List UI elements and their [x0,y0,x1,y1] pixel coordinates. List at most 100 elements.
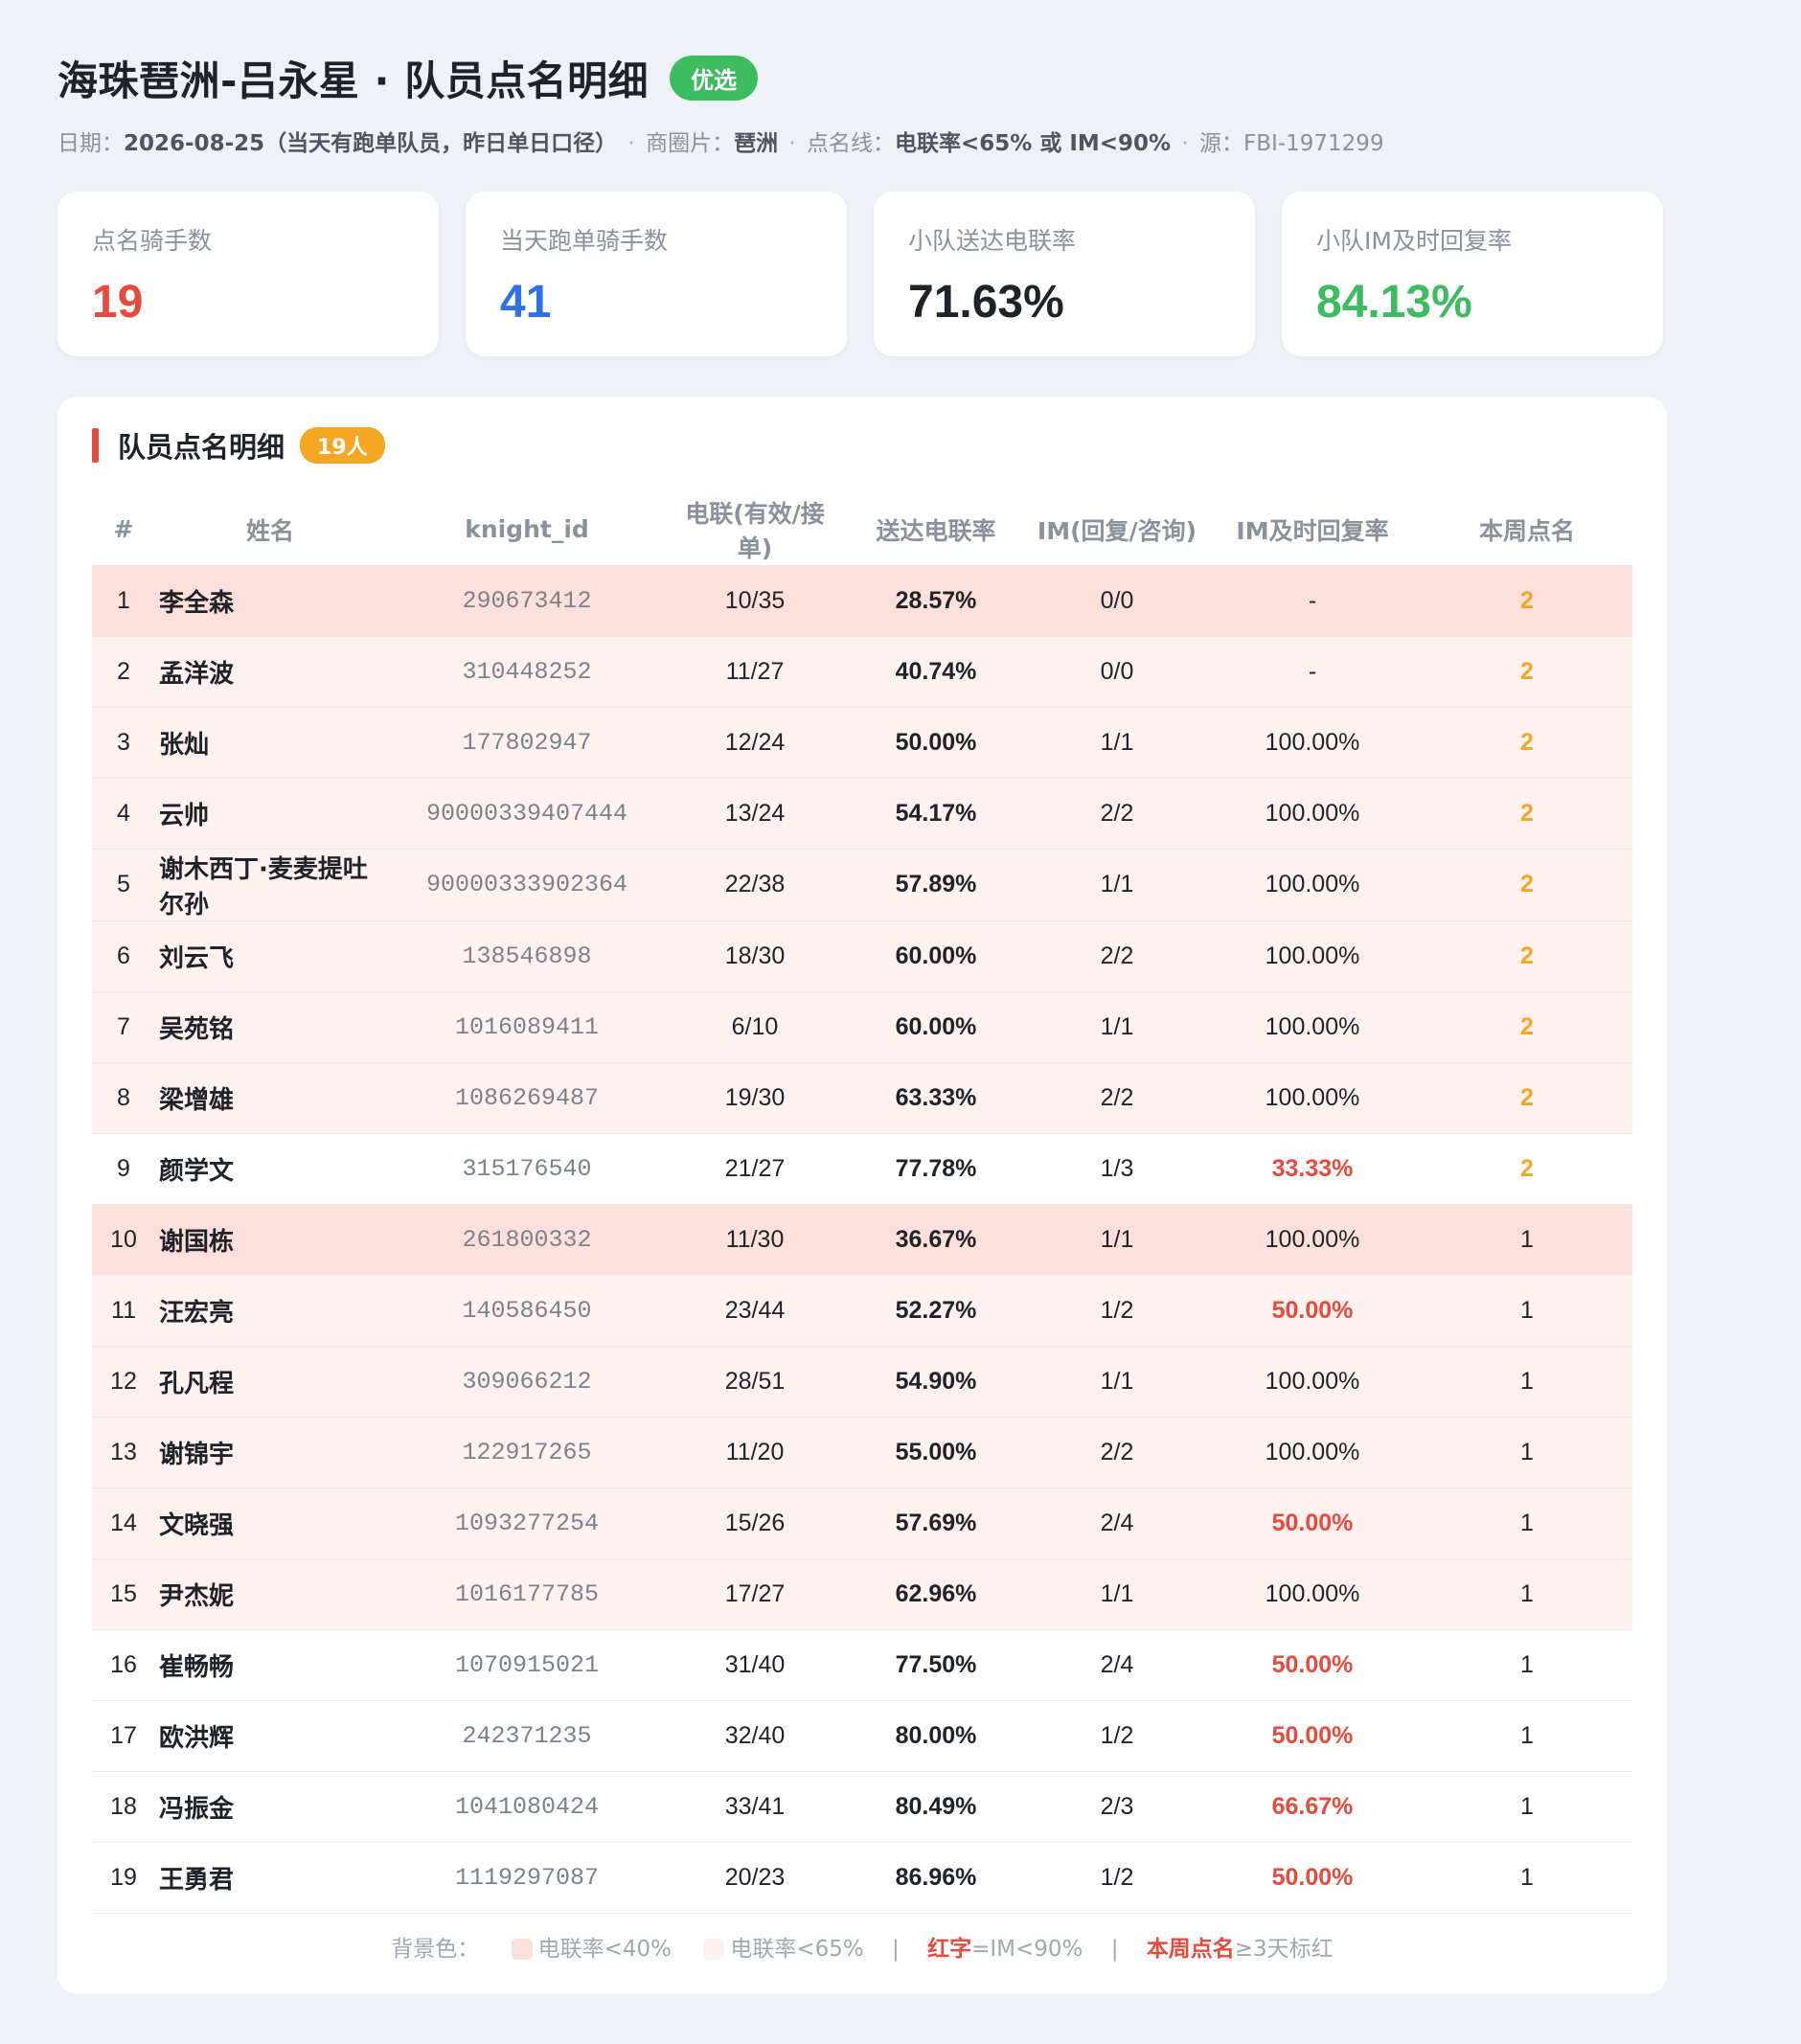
week-callouts: 2 [1422,565,1632,637]
call-rate: 60.00% [841,920,1031,992]
member-name: 云帅 [155,778,385,850]
legend-divider: | [892,1937,900,1962]
legend-swatch-strong [511,1939,533,1960]
table-row: 17 欧洪辉 242371235 32/40 80.00% 1/2 50.00% 1 [92,1700,1632,1772]
knight-id: 1041080424 [385,1771,669,1843]
im-rate: 100.00% [1203,991,1422,1063]
member-name: 谢木西丁·麦麦提吐尔孙 [155,849,385,921]
im-count: 1/1 [1031,1346,1203,1418]
im-count: 2/3 [1031,1771,1203,1843]
stat-card-label: 小队IM及时回复率 [1316,227,1512,255]
page: 海珠琶洲-吕永星 · 队员点名明细 优选 日期：2026-08-25（当天有跑单… [57,52,1667,1994]
call-count: 22/38 [669,849,841,921]
week-callouts: 1 [1422,1629,1632,1701]
page-title: 海珠琶洲-吕永星 · 队员点名明细 [57,57,650,104]
row-number: 8 [92,1062,155,1134]
im-rate: 33.33% [1203,1133,1422,1205]
row-number: 2 [92,636,155,708]
row-number: 18 [92,1771,155,1843]
source-label: 源： [1199,131,1244,156]
im-count: 2/2 [1031,1417,1203,1488]
week-callouts: 2 [1422,920,1632,992]
stat-card-label: 点名骑手数 [92,227,213,255]
im-rate: 100.00% [1203,920,1422,992]
call-rate: 28.57% [841,565,1031,637]
table-row: 18 冯振金 1041080424 33/41 80.49% 2/3 66.67% 1 [92,1771,1632,1843]
member-name: 谢国栋 [155,1204,385,1276]
im-count: 0/0 [1031,636,1203,708]
week-callouts: 1 [1422,1417,1632,1488]
member-name: 欧洪辉 [155,1700,385,1772]
knight-id: 1016089411 [385,991,669,1063]
row-number: 13 [92,1417,155,1488]
legend-prefix: 背景色： [391,1937,480,1962]
knight-id: 242371235 [385,1700,669,1772]
week-callouts: 1 [1422,1346,1632,1418]
knight-id: 1119297087 [385,1842,669,1914]
call-count: 28/51 [669,1346,841,1418]
im-rate: 100.00% [1203,707,1422,779]
im-count: 1/1 [1031,991,1203,1063]
stat-card-value: 71.63% [908,277,1064,328]
im-rate: 100.00% [1203,1417,1422,1488]
call-count: 11/27 [669,636,841,708]
member-name: 孔凡程 [155,1346,385,1418]
area-label: 商圈片： [646,131,735,156]
date-value: 2026-08-25（当天有跑单队员，昨日单日口径） [124,131,618,156]
table-row: 5 谢木西丁·麦麦提吐尔孙 90000333902364 22/38 57.89% 1/1… [92,849,1632,921]
call-rate: 55.00% [841,1417,1031,1488]
member-name: 颜学文 [155,1133,385,1205]
column-header: IM(回复/咨询) [1031,494,1203,566]
week-callouts: 2 [1422,1133,1632,1205]
member-name: 刘云飞 [155,920,385,992]
knight-id: 315176540 [385,1133,669,1205]
knight-id: 90000333902364 [385,849,669,921]
call-count: 33/41 [669,1771,841,1843]
call-count: 6/10 [669,991,841,1063]
member-table: # 姓名 knight_id 电联(有效/接单) 送达电联率 IM(回复/咨询) IM及时回… [92,494,1632,1914]
call-rate: 77.78% [841,1133,1031,1205]
column-header: IM及时回复率 [1203,494,1422,566]
call-rate: 57.69% [841,1488,1031,1559]
stat-card-value: 19 [92,277,144,328]
header-row: # 姓名 knight_id 电联(有效/接单) 送达电联率 IM(回复/咨询) IM及时回… [92,494,1632,566]
im-count: 2/4 [1031,1629,1203,1701]
week-callouts: 2 [1422,636,1632,708]
member-name: 李全森 [155,565,385,637]
im-count: 1/3 [1031,1133,1203,1205]
column-header: 本周点名 [1422,494,1632,566]
stat-card-value: 84.13% [1316,277,1472,328]
call-count: 15/26 [669,1488,841,1559]
week-callouts: 2 [1422,849,1632,921]
im-rate: 100.00% [1203,778,1422,850]
meta-separator: · [627,131,635,156]
knight-id: 140586450 [385,1275,669,1347]
row-number: 3 [92,707,155,779]
panel-header: 队员点名明细 19人 [92,427,1632,464]
detail-panel: 队员点名明细 19人 # 姓名 knight_id 电联(有效/接单) 送达电联率 IM(… [57,397,1667,1994]
im-rate: 50.00% [1203,1275,1422,1347]
im-count: 2/2 [1031,778,1203,850]
im-count: 0/0 [1031,565,1203,637]
knight-id: 122917265 [385,1417,669,1488]
knight-id: 261800332 [385,1204,669,1276]
table-row: 14 文晓强 1093277254 15/26 57.69% 2/4 50.00% 1 [92,1488,1632,1559]
row-number: 6 [92,920,155,992]
stat-card: 当天跑单骑手数 41 [466,192,847,356]
week-callouts: 1 [1422,1700,1632,1772]
member-name: 谢锦宇 [155,1417,385,1488]
im-count: 1/2 [1031,1700,1203,1772]
legend-week-desc: ≥3天标红 [1234,1937,1334,1962]
knight-id: 1016177785 [385,1558,669,1630]
im-rate: - [1203,636,1422,708]
member-name: 梁增雄 [155,1062,385,1134]
member-name: 张灿 [155,707,385,779]
knight-id: 1070915021 [385,1629,669,1701]
week-callouts: 1 [1422,1771,1632,1843]
knight-id: 90000339407444 [385,778,669,850]
knight-id: 1086269487 [385,1062,669,1134]
week-callouts: 1 [1422,1275,1632,1347]
table-row: 2 孟洋波 310448252 11/27 40.74% 0/0-2 [92,636,1632,708]
week-callouts: 2 [1422,991,1632,1063]
member-name: 冯振金 [155,1771,385,1843]
